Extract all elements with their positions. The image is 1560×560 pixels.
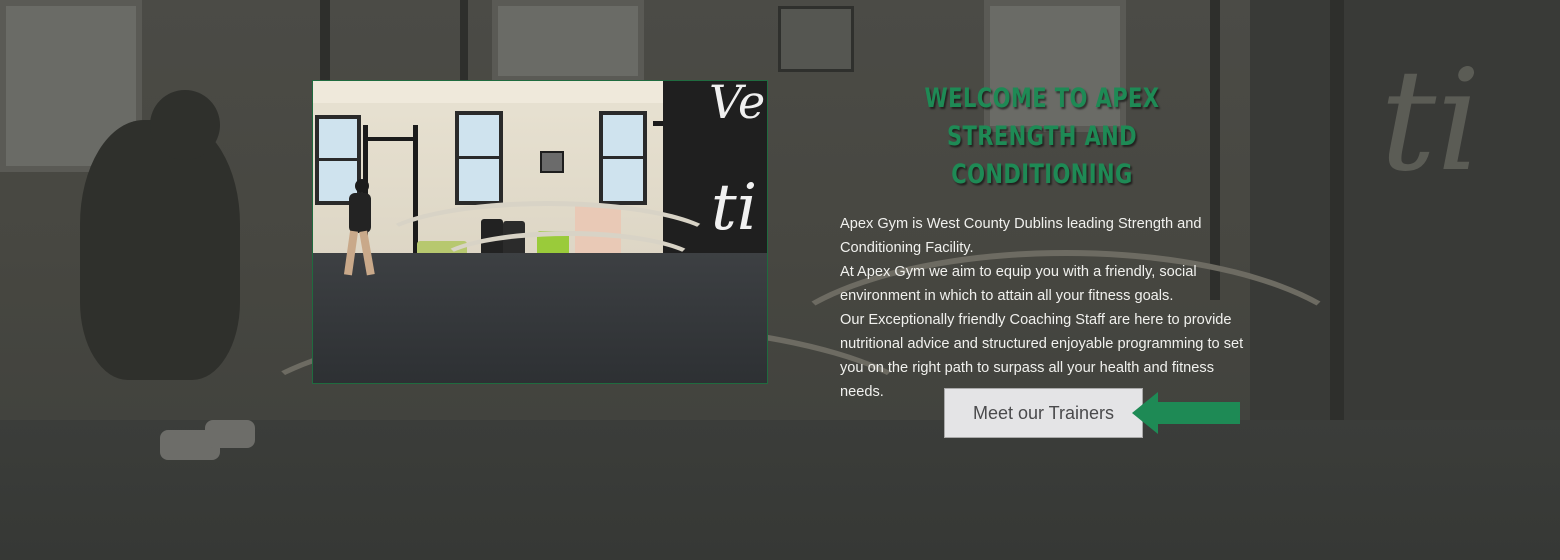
welcome-description: Apex Gym is West County Dublins leading …: [840, 212, 1244, 404]
meet-trainers-button[interactable]: Meet our Trainers: [944, 388, 1143, 438]
mission-paragraph: At Apex Gym we aim to equip you with a f…: [840, 264, 1197, 304]
hero-section: ti Ven ti: [0, 0, 1560, 560]
welcome-content: WELCOME TO APEX STRENGTH AND CONDITIONIN…: [840, 80, 1244, 404]
welcome-heading: WELCOME TO APEX STRENGTH AND CONDITIONIN…: [924, 83, 1160, 190]
arrow-left-icon: [1132, 392, 1240, 434]
gym-battle-rope-photo: Ven ti: [312, 80, 768, 384]
background-gym-image: ti: [0, 0, 1560, 560]
intro-paragraph: Apex Gym is West County Dublins leading …: [840, 216, 1202, 256]
